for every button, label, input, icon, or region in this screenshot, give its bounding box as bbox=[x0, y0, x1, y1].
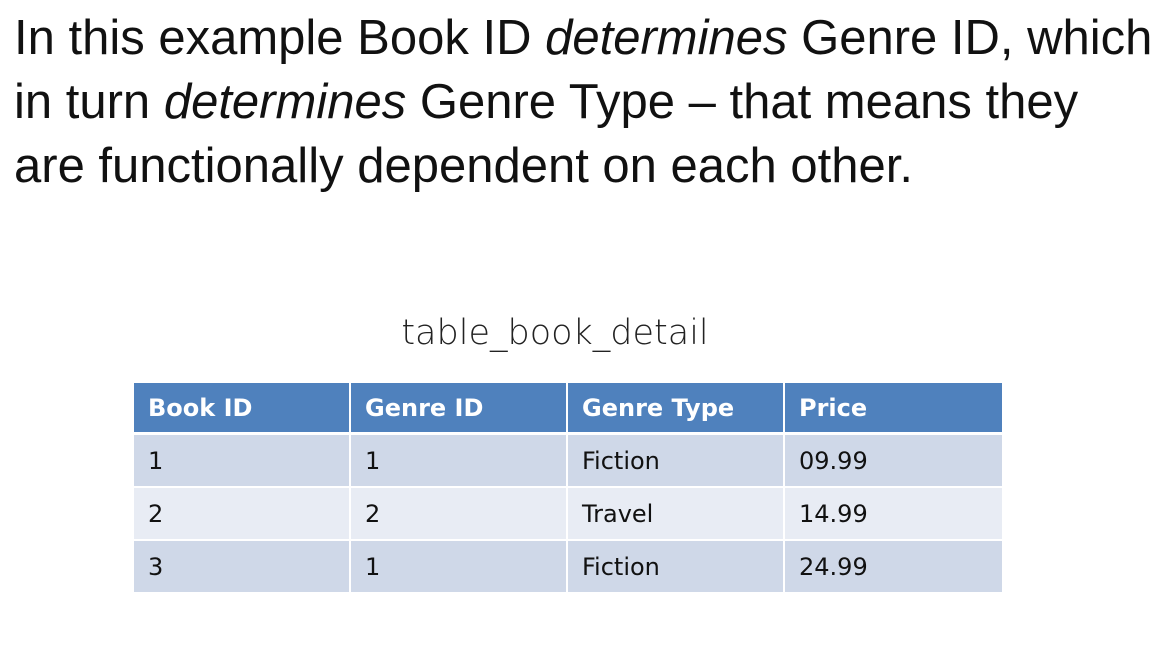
cell-price: 14.99 bbox=[785, 488, 1002, 541]
cell-book-id: 2 bbox=[134, 488, 351, 541]
slide: In this example Book ID determines Genre… bbox=[0, 0, 1158, 660]
heading-emphasis-2: determines bbox=[163, 75, 407, 129]
heading-emphasis-1: determines bbox=[545, 11, 788, 65]
slide-heading: In this example Book ID determines Genre… bbox=[14, 6, 1154, 198]
column-header-price: Price bbox=[785, 383, 1002, 435]
cell-genre-type: Fiction bbox=[568, 435, 785, 488]
table-row: 1 1 Fiction 09.99 bbox=[134, 435, 1002, 488]
table-header-row: Book ID Genre ID Genre Type Price bbox=[134, 383, 1002, 435]
cell-genre-type: Travel bbox=[568, 488, 785, 541]
column-header-genre-type: Genre Type bbox=[568, 383, 785, 435]
cell-genre-id: 2 bbox=[351, 488, 568, 541]
table-row: 2 2 Travel 14.99 bbox=[134, 488, 1002, 541]
cell-genre-id: 1 bbox=[351, 435, 568, 488]
book-detail-table: Book ID Genre ID Genre Type Price 1 1 Fi… bbox=[134, 383, 1002, 592]
column-header-genre-id: Genre ID bbox=[351, 383, 568, 435]
table-title: table_book_detail bbox=[401, 313, 709, 353]
cell-price: 24.99 bbox=[785, 541, 1002, 592]
cell-genre-id: 1 bbox=[351, 541, 568, 592]
cell-book-id: 1 bbox=[134, 435, 351, 488]
column-header-book-id: Book ID bbox=[134, 383, 351, 435]
heading-text-1: In this example Book ID bbox=[14, 11, 546, 65]
table-row: 3 1 Fiction 24.99 bbox=[134, 541, 1002, 592]
cell-book-id: 3 bbox=[134, 541, 351, 592]
cell-price: 09.99 bbox=[785, 435, 1002, 488]
cell-genre-type: Fiction bbox=[568, 541, 785, 592]
